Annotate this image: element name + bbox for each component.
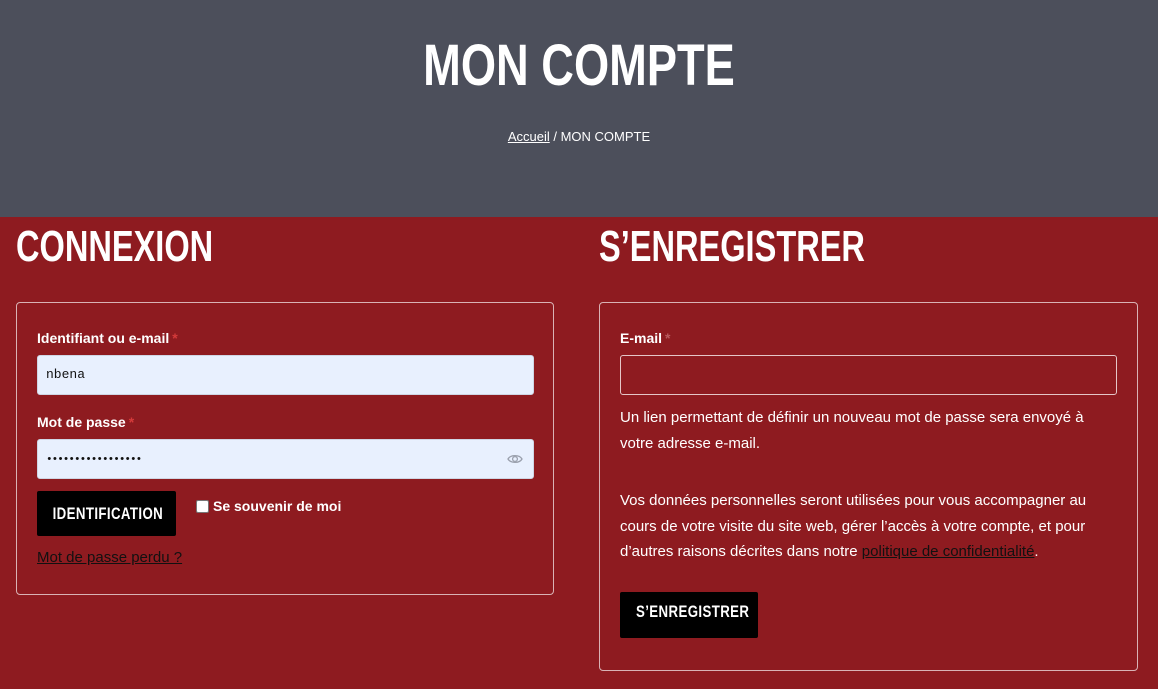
password-label: Mot de passe * — [37, 414, 135, 430]
register-form: E-mail * Un lien permettant de définir un… — [599, 302, 1138, 671]
email-label: E-mail * — [620, 330, 671, 346]
privacy-text: Vos données personnelles seront utilisée… — [620, 492, 1087, 560]
username-label: Identifiant ou e-mail * — [37, 330, 178, 346]
breadcrumb-home-link[interactable]: Accueil — [508, 129, 550, 144]
password-input[interactable]: ••••••••••••••••• — [37, 439, 534, 479]
login-title: CONNEXION — [16, 222, 214, 271]
remember-me[interactable]: Se souvenir de moi — [196, 498, 341, 514]
privacy-policy-link[interactable]: politique de confidentialité — [862, 543, 1035, 560]
required-mark: * — [665, 330, 671, 346]
page-title: MON COMPTE — [423, 33, 735, 98]
email-input[interactable] — [620, 355, 1117, 395]
breadcrumb-separator: / — [549, 129, 561, 144]
required-mark: * — [172, 330, 178, 346]
register-button[interactable]: S’ENREGISTRER — [620, 592, 758, 638]
register-title: S’ENREGISTRER — [599, 222, 865, 271]
breadcrumb: Accueil / MON COMPTE — [0, 129, 1158, 144]
remember-checkbox[interactable] — [196, 499, 209, 513]
password-info-text: Un lien permettant de définir un nouveau… — [620, 409, 1084, 452]
required-mark: * — [128, 414, 135, 430]
page-header: MON COMPTE Accueil / MON COMPTE — [0, 0, 1158, 217]
remember-label: Se souvenir de moi — [213, 498, 342, 514]
password-value: ••••••••••••••••• — [46, 454, 142, 466]
breadcrumb-current: MON COMPTE — [560, 129, 651, 144]
login-form: Identifiant ou e-mail * nbena Mot de pass… — [16, 302, 554, 595]
eye-icon[interactable] — [507, 451, 523, 467]
username-input[interactable]: nbena — [37, 355, 534, 395]
lost-password-link[interactable]: Mot de passe perdu ? — [37, 549, 182, 566]
login-button[interactable]: IDENTIFICATION — [37, 491, 176, 536]
